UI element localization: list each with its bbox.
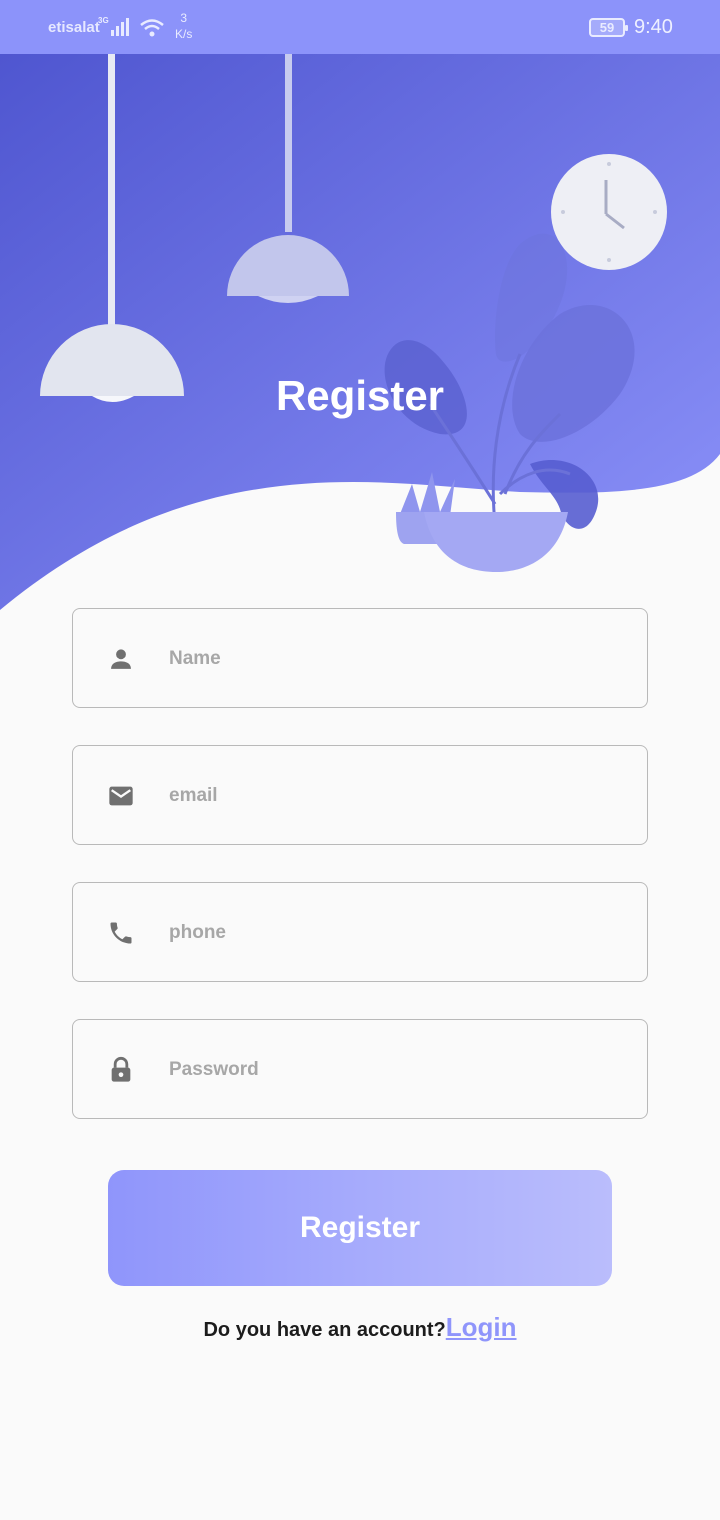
password-input[interactable] [169, 1048, 619, 1092]
header-illustration [0, 54, 720, 610]
speed-unit: K/s [175, 27, 193, 41]
phone-icon [110, 922, 132, 944]
account-prompt-text: Do you have an account? [203, 1319, 446, 1341]
speed-value: 3 [180, 11, 188, 25]
name-input[interactable] [169, 637, 619, 681]
mail-icon [109, 786, 133, 806]
email-input[interactable] [169, 774, 619, 818]
wall-clock-icon [551, 154, 667, 270]
email-field[interactable] [72, 745, 648, 845]
phone-field[interactable] [72, 882, 648, 982]
page-title: Register [275, 372, 445, 419]
status-bar: etisalat 3G 3 K/s 59 9:40 [0, 0, 720, 54]
network-type: 3G [98, 16, 109, 25]
register-button[interactable]: Register [108, 1170, 612, 1286]
login-prompt: Do you have an account?Login [0, 1312, 720, 1343]
signal-icon [111, 18, 129, 36]
clock-time: 9:40 [634, 16, 673, 38]
network-speed: 3 K/s [175, 10, 192, 42]
lock-icon [111, 1056, 131, 1082]
person-icon [111, 649, 131, 669]
battery-level: 59 [599, 20, 615, 35]
login-link[interactable]: Login [446, 1312, 517, 1342]
carrier-name: etisalat [48, 19, 100, 36]
name-field[interactable] [72, 608, 648, 708]
password-field[interactable] [72, 1019, 648, 1119]
wifi-icon [140, 19, 164, 37]
phone-input[interactable] [169, 911, 619, 955]
battery-indicator: 59 [589, 18, 628, 37]
